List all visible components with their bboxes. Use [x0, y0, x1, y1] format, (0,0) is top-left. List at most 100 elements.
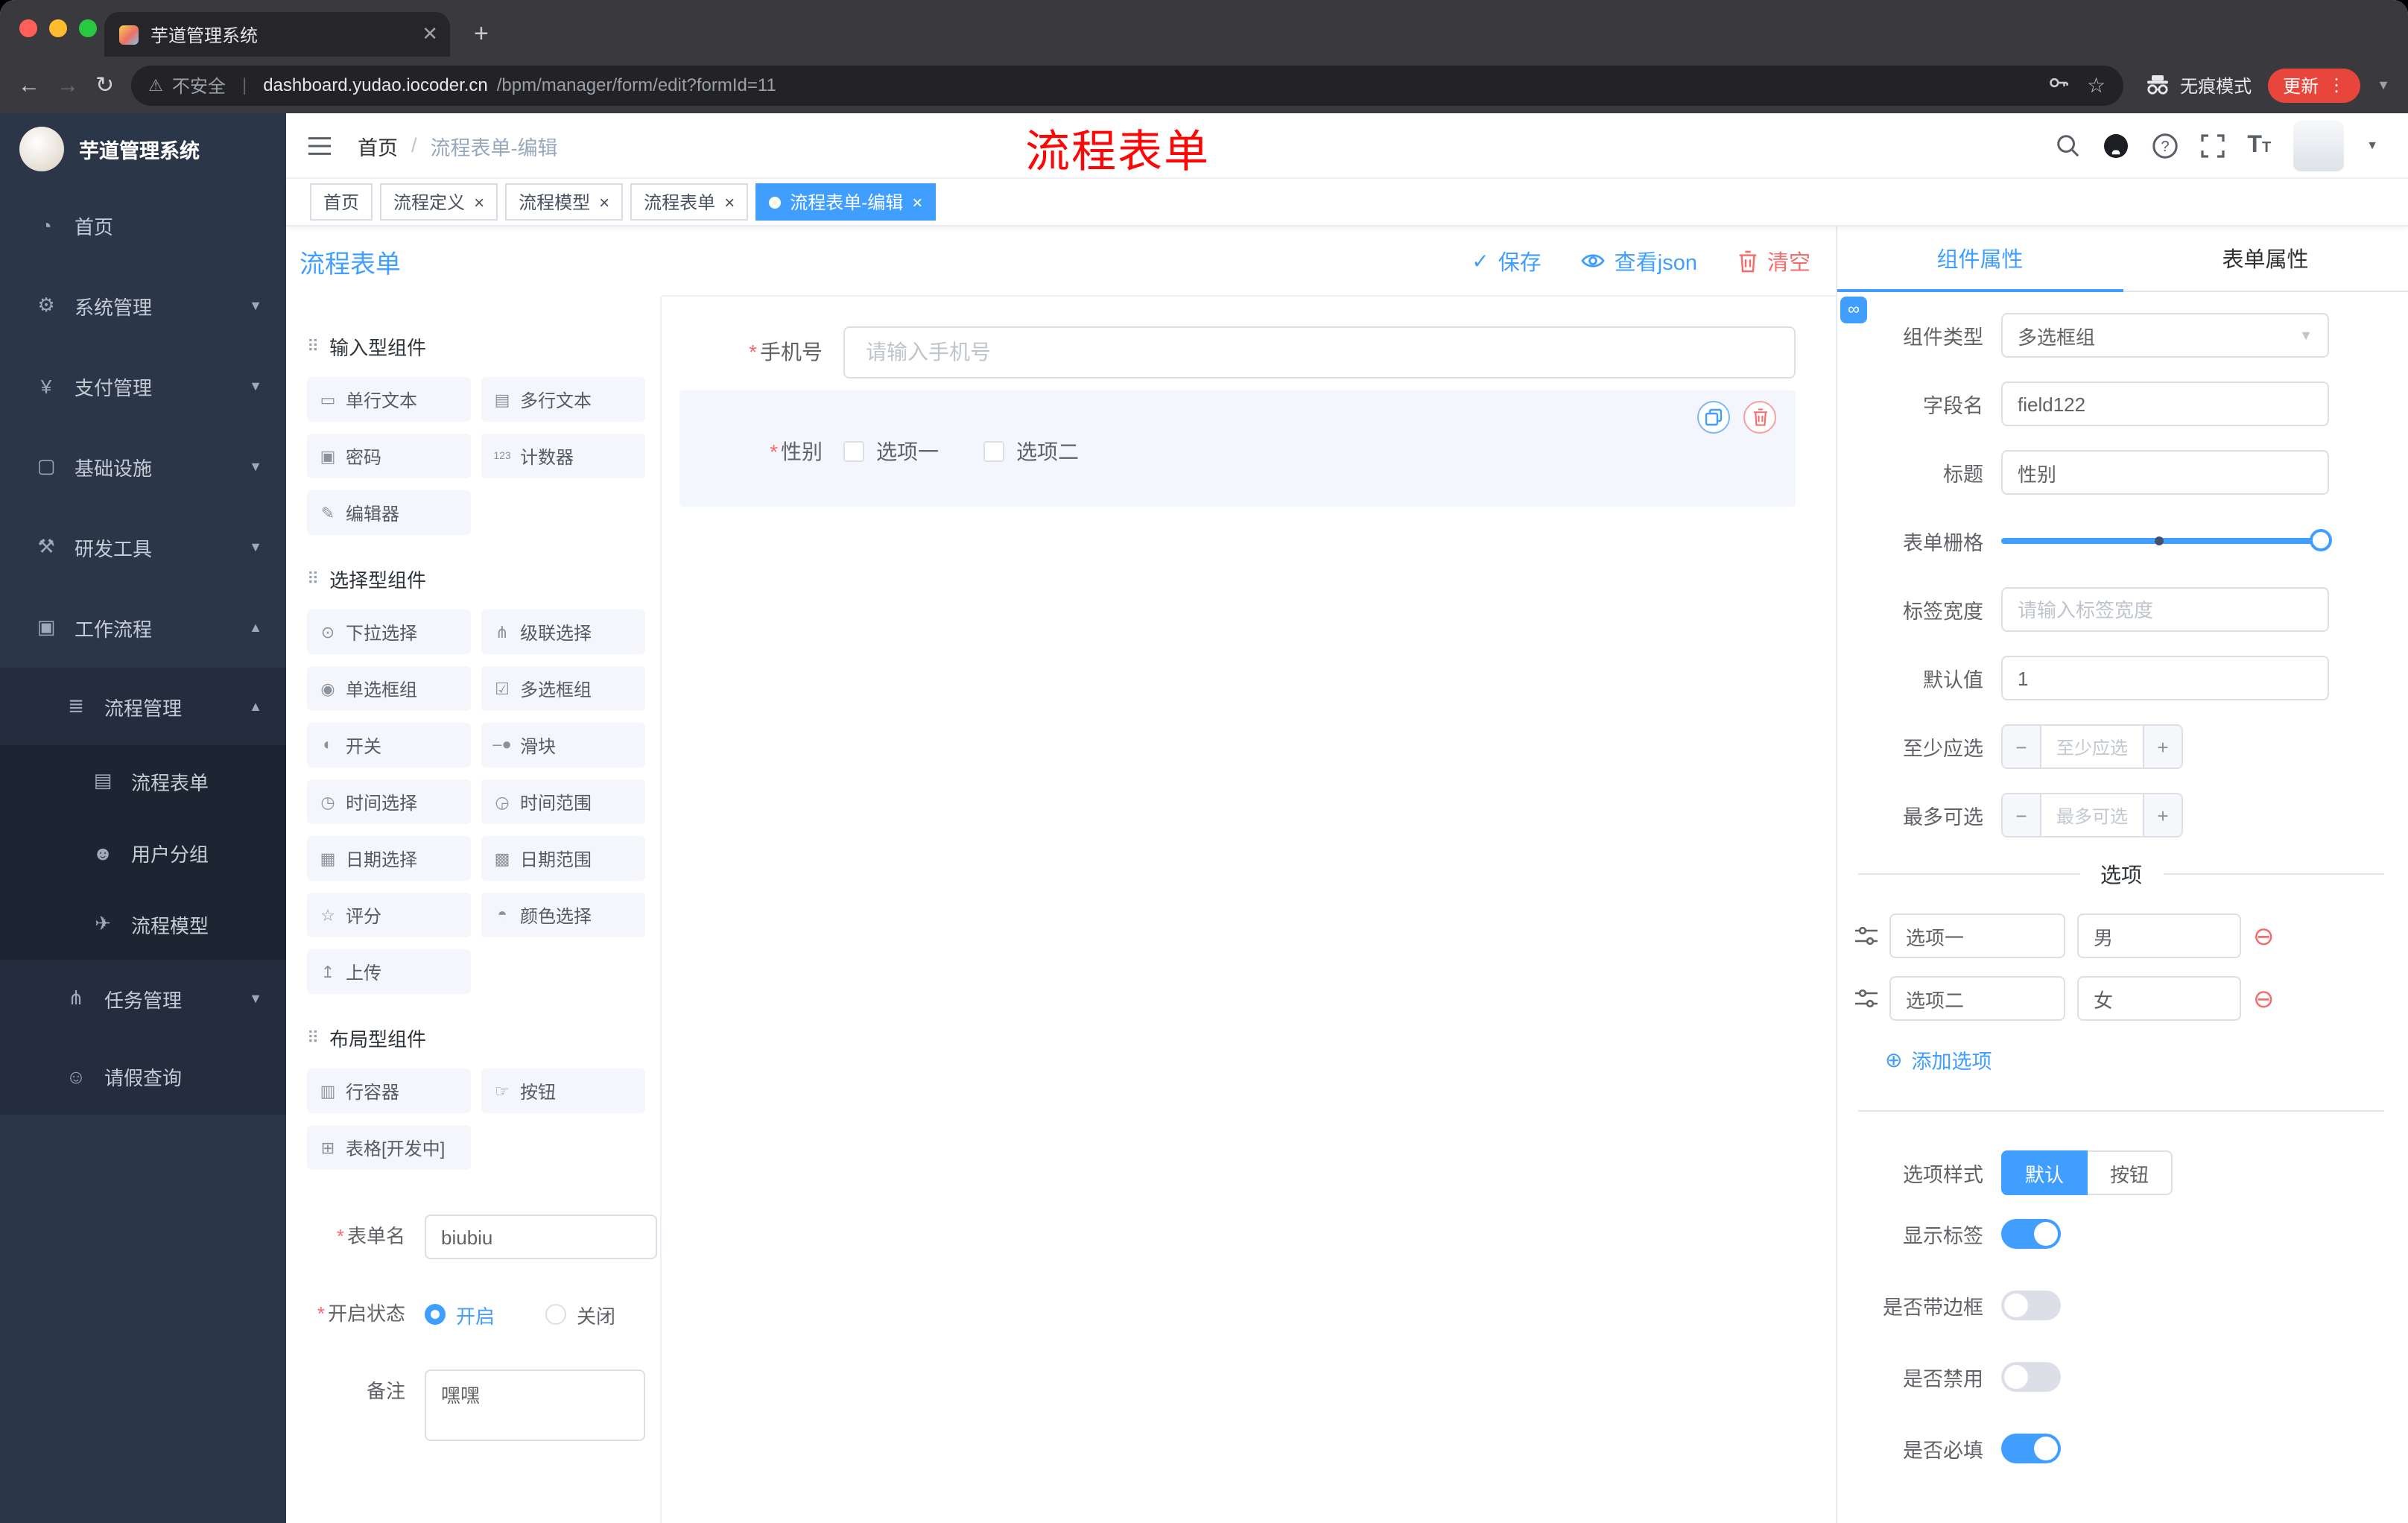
palette-item-time-range[interactable]: ◶ 时间范围: [481, 779, 645, 824]
back-icon[interactable]: ←: [18, 74, 40, 96]
phone-input[interactable]: [843, 326, 1796, 378]
plus-button[interactable]: +: [2143, 794, 2182, 836]
default-value-input[interactable]: [2001, 656, 2329, 700]
min-select-placeholder[interactable]: 至少应选: [2041, 726, 2143, 767]
close-icon[interactable]: ×: [912, 191, 922, 212]
disabled-switch[interactable]: [2001, 1362, 2061, 1392]
sidebar-item-system[interactable]: ⚙ 系统管理 ▼: [0, 265, 286, 346]
border-switch[interactable]: [2001, 1291, 2061, 1320]
chevron-down-icon[interactable]: ▼: [2366, 139, 2378, 152]
form-grid-slider[interactable]: [2001, 519, 2332, 563]
sidebar-item-process-form[interactable]: ▤ 流程表单: [0, 745, 286, 817]
forward-icon[interactable]: →: [57, 74, 79, 96]
help-icon[interactable]: ?: [2152, 132, 2179, 159]
sidebar-item-process-mgmt[interactable]: ≣ 流程管理 ▲: [0, 668, 286, 745]
label-width-input[interactable]: [2001, 587, 2329, 632]
title-input[interactable]: [2001, 450, 2329, 495]
palette-item-slider[interactable]: –● 滑块: [481, 723, 645, 767]
remove-option-icon[interactable]: ⊖: [2253, 986, 2275, 1011]
palette-item-rate[interactable]: ☆ 评分: [307, 893, 471, 937]
palette-item-cascader[interactable]: ⋔ 级联选择: [481, 609, 645, 654]
delete-component-button[interactable]: [1743, 401, 1776, 434]
sidebar-item-infra[interactable]: ▢ 基础设施 ▼: [0, 426, 286, 507]
chevron-down-icon[interactable]: ▼: [2377, 77, 2390, 92]
palette-item-color-picker[interactable]: ◓ 颜色选择: [481, 893, 645, 937]
option-1-name-input[interactable]: [1889, 914, 2065, 958]
slider-handle[interactable]: [2310, 529, 2332, 551]
close-icon[interactable]: ×: [474, 191, 484, 212]
gender-option-1-checkbox[interactable]: 选项一: [843, 437, 939, 466]
palette-item-textarea[interactable]: ▤ 多行文本: [481, 377, 645, 422]
option-2-value-input[interactable]: [2077, 976, 2241, 1021]
palette-item-date-range[interactable]: ▩ 日期范围: [481, 836, 645, 881]
link-icon[interactable]: ∞: [1840, 297, 1867, 323]
sidebar-item-home[interactable]: ◔ 首页: [0, 185, 286, 265]
minus-button[interactable]: −: [2003, 726, 2041, 767]
sidebar-item-user-group[interactable]: ☻ 用户分组: [0, 817, 286, 888]
breadcrumb-home[interactable]: 首页: [358, 130, 398, 160]
sidebar-item-task-mgmt[interactable]: ⋔ 任务管理 ▼: [0, 960, 286, 1037]
max-select-placeholder[interactable]: 最多可选: [2041, 794, 2143, 836]
palette-item-radio-group[interactable]: ◉ 单选框组: [307, 666, 471, 711]
remove-option-icon[interactable]: ⊖: [2253, 923, 2275, 949]
tag-process-form[interactable]: 流程表单 ×: [630, 183, 749, 221]
close-icon[interactable]: ×: [599, 191, 609, 212]
form-remark-textarea[interactable]: 嘿嘿: [425, 1370, 645, 1441]
clear-button[interactable]: 清空: [1737, 245, 1810, 276]
required-switch[interactable]: [2001, 1434, 2061, 1463]
palette-item-time-picker[interactable]: ◷ 时间选择: [307, 779, 471, 824]
tag-process-form-edit[interactable]: 流程表单-编辑 ×: [755, 183, 937, 221]
search-icon[interactable]: [2055, 133, 2080, 158]
new-tab-button[interactable]: +: [474, 21, 489, 46]
copy-component-button[interactable]: [1697, 401, 1730, 434]
component-type-select[interactable]: 多选框组 ▼: [2001, 313, 2329, 358]
save-button[interactable]: ✓ 保存: [1471, 245, 1541, 276]
palette-item-table[interactable]: ⊞ 表格[开发中]: [307, 1125, 471, 1170]
gender-option-2-checkbox[interactable]: 选项二: [983, 437, 1079, 466]
close-window-button[interactable]: [19, 19, 37, 37]
hamburger-icon[interactable]: [307, 135, 332, 156]
palette-item-select[interactable]: ⊙ 下拉选择: [307, 609, 471, 654]
tune-drag-icon[interactable]: [1855, 988, 1878, 1009]
palette-item-date-picker[interactable]: ▦ 日期选择: [307, 836, 471, 881]
add-option-button[interactable]: ⊕ 添加选项: [1885, 1045, 2408, 1074]
sidebar-item-workflow[interactable]: ▣ 工作流程 ▲: [0, 587, 286, 668]
palette-item-password[interactable]: ▣ 密码: [307, 434, 471, 478]
form-name-input[interactable]: [425, 1215, 657, 1259]
status-on-radio[interactable]: 开启: [425, 1300, 495, 1329]
address-bar[interactable]: ⚠ 不安全 | dashboard.yudao.iocoder.cn /bpm/…: [130, 65, 2124, 105]
tag-process-model[interactable]: 流程模型 ×: [505, 183, 624, 221]
palette-item-single-text[interactable]: ▭ 单行文本: [307, 377, 471, 422]
palette-item-checkbox-group[interactable]: ☑ 多选框组: [481, 666, 645, 711]
palette-item-editor[interactable]: ✎ 编辑器: [307, 490, 471, 535]
plus-button[interactable]: +: [2143, 726, 2182, 767]
status-off-radio[interactable]: 关闭: [545, 1300, 615, 1329]
tag-home[interactable]: 首页: [310, 183, 373, 221]
canvas-field-phone[interactable]: * 手机号: [679, 325, 1796, 379]
palette-item-row-container[interactable]: ▥ 行容器: [307, 1068, 471, 1113]
sidebar-item-devtools[interactable]: ⚒ 研发工具 ▼: [0, 507, 286, 587]
github-icon[interactable]: [2103, 132, 2129, 159]
palette-item-upload[interactable]: ↥ 上传: [307, 949, 471, 994]
sidebar-item-leave-query[interactable]: ☺ 请假查询: [0, 1037, 286, 1115]
palette-item-button[interactable]: ☞ 按钮: [481, 1068, 645, 1113]
sidebar-item-process-model[interactable]: ✈ 流程模型: [0, 888, 286, 960]
field-name-input[interactable]: [2001, 381, 2329, 426]
style-button-button[interactable]: 按钮: [2088, 1150, 2173, 1195]
browser-tab[interactable]: 芋道管理系统 ✕: [104, 12, 450, 57]
view-json-button[interactable]: 查看json: [1582, 245, 1697, 276]
option-2-name-input[interactable]: [1889, 976, 2065, 1021]
tab-form-props[interactable]: 表单属性: [2123, 227, 2408, 291]
show-label-switch[interactable]: [2001, 1219, 2061, 1249]
tune-drag-icon[interactable]: [1855, 925, 1878, 946]
password-key-icon[interactable]: [2048, 72, 2070, 98]
zoom-window-button[interactable]: [79, 19, 97, 37]
tab-close-icon[interactable]: ✕: [422, 22, 438, 46]
sidebar-item-payment[interactable]: ¥ 支付管理 ▼: [0, 346, 286, 426]
update-browser-button[interactable]: 更新 ⋮: [2268, 68, 2361, 102]
bookmark-star-icon[interactable]: ☆: [2087, 72, 2106, 98]
tab-component-props[interactable]: 组件属性: [1837, 227, 2123, 292]
font-size-icon[interactable]: TT: [2247, 133, 2271, 157]
minimize-window-button[interactable]: [49, 19, 67, 37]
minus-button[interactable]: −: [2003, 794, 2041, 836]
